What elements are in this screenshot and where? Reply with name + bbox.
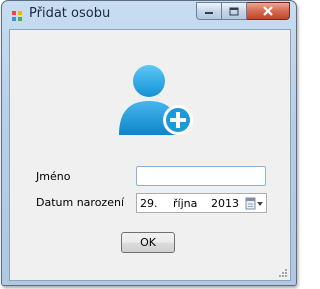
close-button[interactable] (247, 2, 290, 20)
birthdate-picker[interactable]: 29. října 2013 (136, 193, 267, 213)
birthdate-day[interactable]: 29. (140, 197, 158, 210)
title-bar[interactable]: Přidat osobu (2, 1, 296, 29)
birthdate-month[interactable]: října (173, 197, 197, 210)
name-label: Jméno (36, 170, 71, 183)
window-title: Přidat osobu (29, 6, 111, 21)
close-icon (263, 6, 273, 16)
app-icon (12, 11, 22, 21)
name-input[interactable] (136, 166, 266, 186)
dialog-body: Jméno Datum narození 29. října 2013 OK (9, 29, 291, 281)
ok-button[interactable]: OK (121, 232, 175, 253)
minimize-button[interactable] (196, 2, 222, 20)
minimize-icon (205, 12, 213, 14)
add-user-icon (119, 65, 193, 135)
maximize-icon (229, 7, 239, 15)
resize-grip-icon[interactable] (278, 268, 288, 278)
birthdate-year[interactable]: 2013 (211, 197, 239, 210)
window-controls (196, 2, 290, 20)
maximize-button[interactable] (222, 2, 247, 20)
birthdate-label: Datum narození (36, 196, 124, 209)
calendar-dropdown-icon[interactable] (245, 196, 265, 211)
dialog-window: Přidat osobu Jméno Datum narození 29. ří… (1, 0, 297, 286)
